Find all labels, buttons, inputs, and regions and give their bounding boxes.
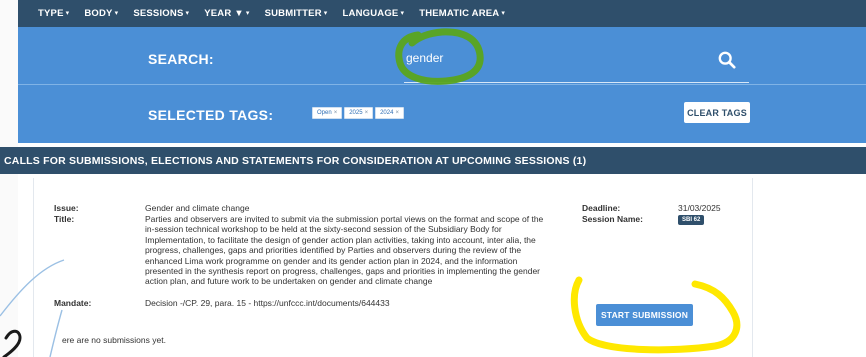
title-line: Parties and observers are invited to sub… xyxy=(145,214,544,224)
title-line: progress, challenges, gaps and prioritie… xyxy=(145,245,522,256)
session-name-label: Session Name: xyxy=(582,214,643,224)
title-line: Implementation, to facilitate the design… xyxy=(145,234,536,245)
nav-thematic-area[interactable]: THEMATIC AREA ▾ xyxy=(419,8,505,19)
nav-body[interactable]: BODY ▾ xyxy=(84,8,118,19)
selected-tags: Open × 2025 × 2024 × xyxy=(312,107,404,119)
chevron-down-icon: ▾ xyxy=(400,10,405,17)
search-icon[interactable] xyxy=(718,51,736,69)
close-icon[interactable]: × xyxy=(334,110,338,116)
session-badge: SBI 62 xyxy=(678,215,705,225)
close-icon[interactable]: × xyxy=(365,110,369,116)
nav-language[interactable]: LANGUAGE ▾ xyxy=(343,8,405,19)
divider xyxy=(18,84,866,85)
title-label: Title: xyxy=(54,214,75,224)
start-submission-button[interactable]: START SUBMISSION xyxy=(596,304,693,326)
filter-nav: TYPE ▾ BODY ▾ SESSIONS ▾ YEAR ▼ ▾ SUBMITTER ▾… xyxy=(18,0,866,27)
left-page-strip xyxy=(0,0,18,357)
chevron-down-icon: ▾ xyxy=(65,10,70,17)
chevron-down-icon: ▾ xyxy=(114,10,119,17)
chevron-down-icon: ▾ xyxy=(185,10,190,17)
chevron-down-icon: ▾ xyxy=(323,10,328,17)
mandate-value[interactable]: Decision -/CP. 29, para. 15 - https://un… xyxy=(145,298,390,308)
title-line: presented in the synthesis report on pro… xyxy=(145,266,541,277)
close-icon[interactable]: × xyxy=(395,110,399,116)
chevron-down-icon: ▾ xyxy=(245,10,250,17)
calls-section-header: CALLS FOR SUBMISSIONS, ELECTIONS AND STA… xyxy=(0,147,866,174)
tag-open[interactable]: Open × xyxy=(312,107,343,119)
deadline-label: Deadline: xyxy=(582,203,621,213)
search-label: SEARCH: xyxy=(148,51,214,67)
tag-2024[interactable]: 2024 × xyxy=(375,107,404,119)
title-line: action plan, and future work to be under… xyxy=(145,276,433,287)
title-line: in-session technical workshop to be held… xyxy=(145,224,502,235)
nav-type[interactable]: TYPE ▾ xyxy=(38,8,69,19)
no-submissions-text: ere are no submissions yet. xyxy=(62,335,166,345)
issue-value: Gender and climate change xyxy=(145,203,250,213)
nav-sessions[interactable]: SESSIONS ▾ xyxy=(133,8,189,19)
search-panel: SEARCH: gender SELECTED TAGS: Open × 2025… xyxy=(18,27,866,143)
title-value: Parties and observers are invited to sub… xyxy=(145,214,543,287)
mandate-label: Mandate: xyxy=(54,298,92,308)
selected-tags-label: SELECTED TAGS: xyxy=(148,107,274,123)
nav-year[interactable]: YEAR ▼ ▾ xyxy=(204,8,249,19)
chevron-down-icon: ▾ xyxy=(501,10,506,17)
clear-tags-button[interactable]: CLEAR TAGS xyxy=(684,102,750,123)
nav-submitter[interactable]: SUBMITTER ▾ xyxy=(265,8,328,19)
title-line: enhanced Lima work programme on gender a… xyxy=(145,255,518,266)
deadline-value: 31/03/2025 xyxy=(678,203,721,213)
tag-2025[interactable]: 2025 × xyxy=(344,107,374,119)
search-input[interactable]: gender xyxy=(406,51,443,65)
search-input-underline xyxy=(404,82,749,83)
issue-label: Issue: xyxy=(54,203,79,213)
